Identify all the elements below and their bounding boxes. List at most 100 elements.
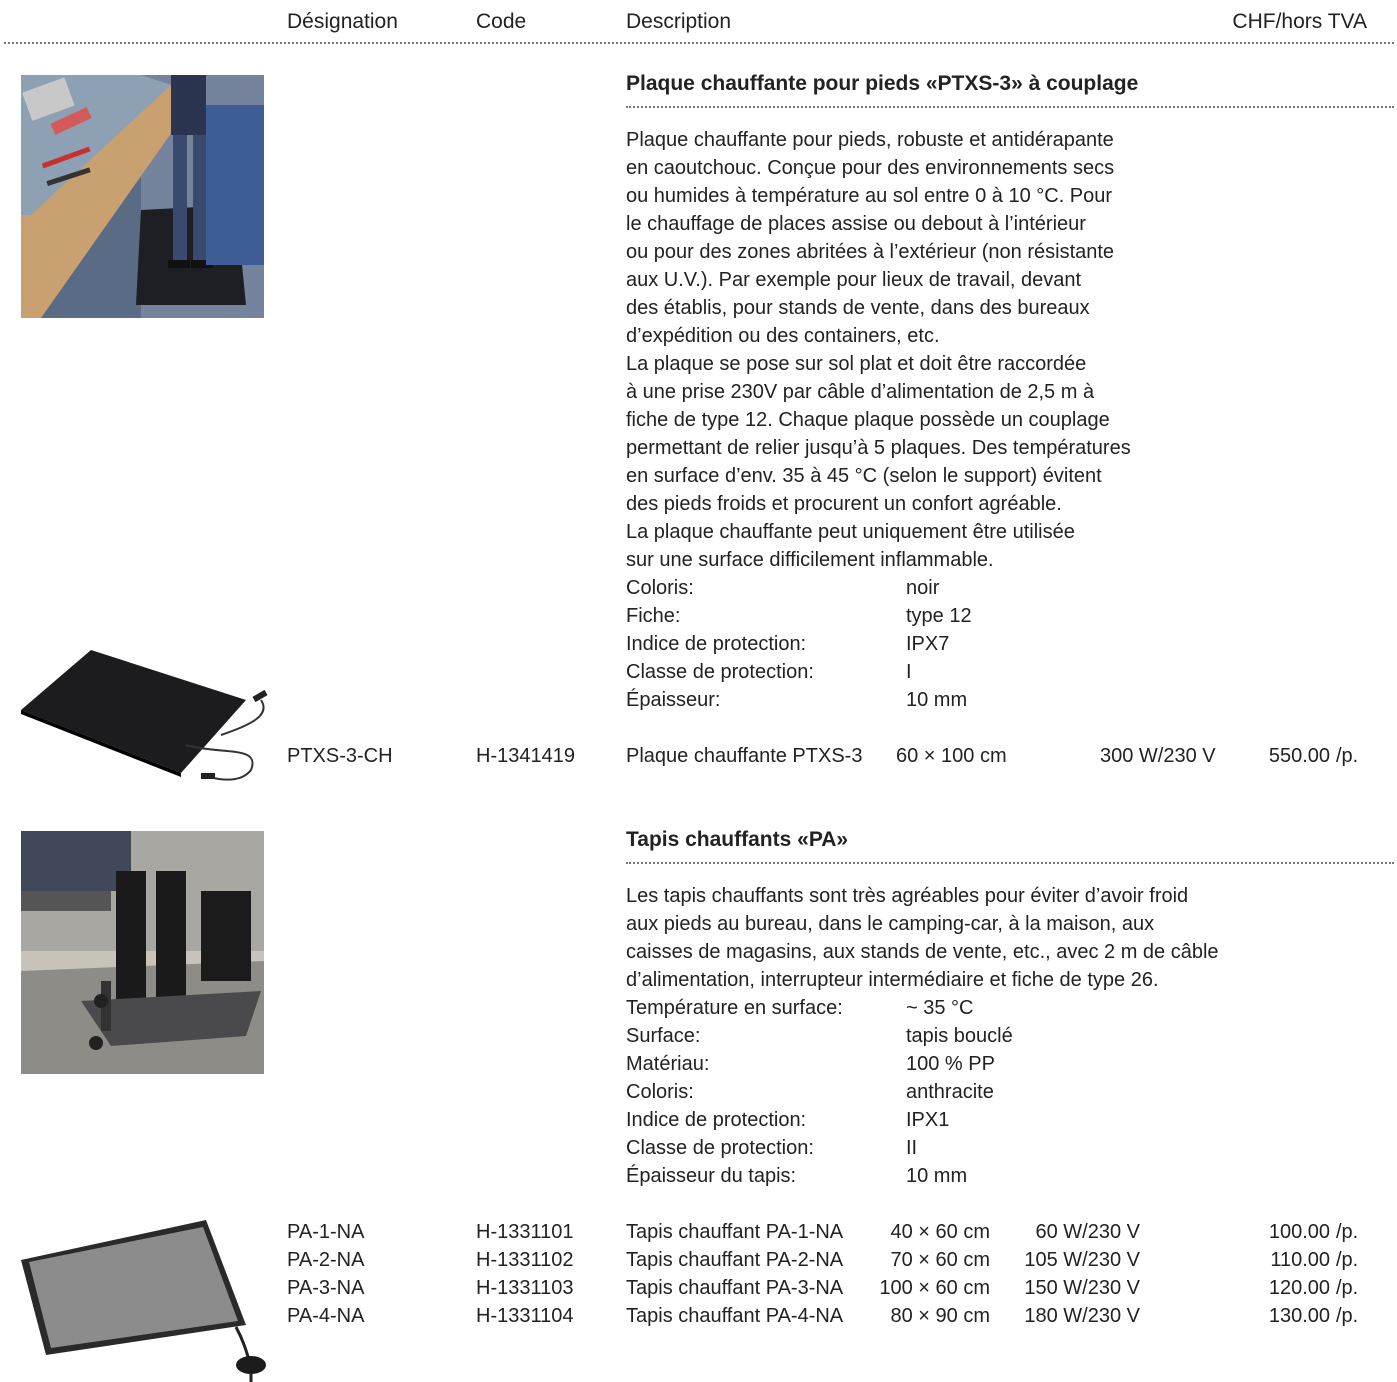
column-header-description: Description [626,10,732,33]
spec-value: IPX1 [906,1109,950,1131]
heating-mat-photo [21,1220,266,1382]
column-header-designation: Désignation [287,10,398,33]
row-price: 110.00 [1270,1249,1330,1271]
row-price: 130.00 [1268,1305,1330,1327]
spec-value: IPX7 [906,633,950,655]
row-price: 550.00 [1268,745,1330,767]
row-price: 120.00 [1268,1277,1330,1299]
description-line: le chauffage de places assise ou debout … [626,213,1086,235]
description-line: des pieds froids et procurent un confort… [626,493,1062,515]
spec-value: 10 mm [906,689,968,711]
row-name: Tapis chauffant PA-1-NA [626,1221,844,1243]
spec-label: Coloris: [626,1081,694,1103]
spec-label: Indice de protection: [626,633,807,655]
price-column: 100.00 110.00 120.00 130.00 [1230,1218,1330,1330]
row-code: H-1341419 [476,745,575,767]
title-divider [626,106,1394,108]
row-name: Tapis chauffant PA-3-NA [626,1277,844,1299]
row-size: 60 × 100 cm [896,745,1007,767]
description-line: d’expédition ou des containers, etc. [626,325,940,347]
description-line: des établis, pour stands de vente, dans … [626,297,1090,319]
office-photo [21,831,264,1074]
row-name: Tapis chauffant PA-2-NA [626,1249,844,1271]
row-code: H-1331102 [476,1249,574,1271]
row-size: 80 × 90 cm [890,1305,990,1327]
description-line: en caoutchouc. Conçue pour des environne… [626,157,1115,179]
description-line: Plaque chauffante pour pieds, robuste et… [626,129,1114,151]
designation-column: PA-1-NA PA-2-NA PA-3-NA PA-4-NA [287,1218,364,1330]
spec-value: tapis bouclé [906,1025,1013,1047]
row-power: 150 W/230 V [1024,1277,1140,1299]
spec-label: Surface: [626,1025,701,1047]
spec-label: Température en surface: [626,997,843,1019]
description-line: caisses de magasins, aux stands de vente… [626,941,1219,963]
spec-label: Indice de protection: [626,1109,807,1131]
row-designation: PTXS-3-CH [287,745,393,767]
row-unit: /p. [1336,1249,1359,1271]
table-row: PTXS-3-CH [287,742,393,770]
workshop-photo [21,75,264,318]
description-line: Les tapis chauffants sont très agréables… [626,885,1189,907]
spec-label: Fiche: [626,605,681,627]
description-line: en surface d’env. 35 à 45 °C (selon le s… [626,465,1102,487]
spec-value: I [906,661,912,683]
description-line: à une prise 230V par câble d’alimentatio… [626,381,1095,403]
size-column: 40 × 60 cm 70 × 60 cm 100 × 60 cm 80 × 9… [870,1218,990,1330]
row-power: 60 W/230 V [1035,1221,1140,1243]
description-line: ou pour des zones abritées à l’extérieur… [626,241,1115,263]
product-title: Tapis chauffants «PA» [626,828,849,851]
description-line: ou humides à température au sol entre 0 … [626,185,1113,207]
spec-value: 10 mm [906,1165,968,1187]
title-divider [626,862,1394,864]
row-designation: PA-4-NA [287,1305,365,1327]
spec-value: type 12 [906,605,972,627]
row-designation: PA-3-NA [287,1277,365,1299]
row-power: 300 W/230 V [1100,745,1216,767]
spec-value: noir [906,577,940,599]
column-header-price: CHF/hors TVA [1232,10,1367,33]
row-size: 100 × 60 cm [879,1277,990,1299]
description-line: aux pieds au bureau, dans le camping-car… [626,913,1155,935]
spec-label: Coloris: [626,577,694,599]
row-power: 180 W/230 V [1024,1305,1140,1327]
row-designation: PA-1-NA [287,1221,365,1243]
description-line: permettant de relier jusqu’à 5 plaques. … [626,437,1131,459]
product-description: Plaque chauffante pour pieds, robuste et… [626,126,1186,574]
row-code: H-1331103 [476,1277,574,1299]
spec-value: ~ 35 °C [906,997,974,1019]
code-column: H-1331101 H-1331102 H-1331103 H-1331104 [476,1218,573,1330]
header-divider [4,42,1394,44]
row-unit: /p. [1336,1277,1359,1299]
spec-label: Classe de protection: [626,661,814,683]
spec-label: Classe de protection: [626,1137,814,1159]
power-column: 60 W/230 V 105 W/230 V 150 W/230 V 180 W… [1010,1218,1140,1330]
spec-value: 100 % PP [906,1053,995,1075]
description-line: sur une surface difficilement inflammabl… [626,549,994,571]
row-designation: PA-2-NA [287,1249,365,1271]
row-code: H-1331101 [476,1221,574,1243]
row-size: 70 × 60 cm [890,1249,990,1271]
spec-value: anthracite [906,1081,994,1103]
spec-value: II [906,1137,918,1159]
spec-label: Épaisseur: [626,689,721,711]
row-name: Tapis chauffant PA-4-NA [626,1305,844,1327]
description-line: La plaque se pose sur sol plat et doit ê… [626,353,1087,375]
name-column: Tapis chauffant PA-1-NA Tapis chauffant … [626,1218,843,1330]
column-header-code: Code [476,10,527,33]
row-name: Plaque chauffante PTXS-3 [626,745,863,767]
heating-plate-photo [21,650,268,781]
row-unit: /p. [1336,1305,1359,1327]
row-size: 40 × 60 cm [890,1221,990,1243]
product-title: Plaque chauffante pour pieds «PTXS-3» à … [626,72,1139,95]
row-code: H-1331104 [476,1305,574,1327]
description-line: d’alimentation, interrupteur intermédiai… [626,969,1159,991]
description-line: fiche de type 12. Chaque plaque possède … [626,409,1110,431]
spec-label: Épaisseur du tapis: [626,1165,797,1187]
description-line: aux U.V.). Par exemple pour lieux de tra… [626,269,1082,291]
row-unit: /p. [1336,1221,1359,1243]
spec-label: Matériau: [626,1053,710,1075]
row-price: 100.00 [1268,1221,1330,1243]
row-unit: /p. [1336,745,1359,767]
row-power: 105 W/230 V [1024,1249,1140,1271]
description-line: La plaque chauffante peut uniquement êtr… [626,521,1075,543]
